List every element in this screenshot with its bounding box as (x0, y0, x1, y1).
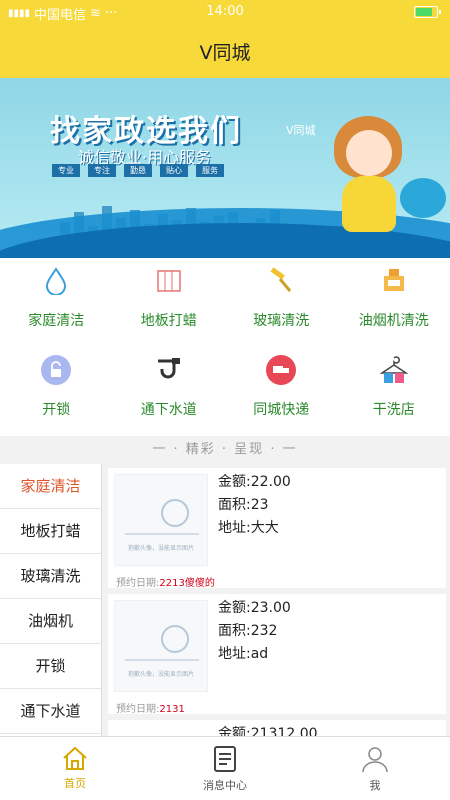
clock: 14:00 (206, 4, 244, 19)
profile-icon (362, 747, 388, 773)
range-hood-icon (379, 266, 409, 296)
category-label: 家庭清洁 (28, 313, 85, 329)
category-home-cleaning[interactable]: 家庭清洁 (0, 258, 113, 347)
order-date-label: 预约日期: (116, 578, 160, 589)
header-bar: ▮▮▮▮ 中国电信 ≋ ··· 14:00 V同城 (0, 0, 450, 78)
category-label: 通下水道 (140, 402, 197, 418)
category-sidebar: 家庭清洁 地板打蜡 玻璃清洗 油烟机 开锁 通下水道 (0, 464, 102, 736)
floor-icon (154, 266, 184, 296)
order-address: 地址:ad (218, 646, 269, 662)
feather-duster-illustration (400, 178, 446, 218)
sidebar-item-drain[interactable]: 通下水道 (0, 689, 101, 734)
promo-banner[interactable]: 找家政选我们 V同城 诚信敬业·用心服务 专业 专注 勤恳 贴心 服务 (0, 78, 450, 258)
battery-icon (414, 6, 441, 18)
sidebar-item-unlock[interactable]: 开锁 (0, 644, 101, 689)
tab-home[interactable]: 首页 (0, 737, 150, 800)
placeholder-caption: 抱歉头像，没能显示图片 (127, 671, 194, 678)
bottom-tab-bar: 首页 消息中心 我 (0, 736, 450, 800)
banner-tag: 贴心 (160, 164, 188, 177)
order-address: 地址:大大 (218, 520, 279, 536)
banner-brand: V同城 (286, 124, 316, 137)
lock-icon (41, 355, 72, 385)
banner-tags: 专业 专注 勤恳 贴心 服务 (52, 164, 224, 177)
category-label: 干洗店 (372, 402, 415, 418)
section-title: 一 · 精彩 · 呈现 · 一 (152, 442, 298, 457)
message-icon (214, 746, 236, 772)
order-amount: 金额:23.00 (218, 600, 291, 616)
banner-tag: 专注 (88, 164, 116, 177)
order-amount: 金额:22.00 (218, 474, 291, 490)
order-date-label: 预约日期: (116, 704, 160, 715)
order-list: 抱歉头像，没能显示图片 金额:22.00 面积:23 地址:大大 预约日期:22… (108, 468, 446, 736)
page-title: V同城 (199, 42, 251, 64)
placeholder-image: 抱歉头像，没能显示图片 (114, 600, 208, 692)
tab-me[interactable]: 我 (300, 737, 450, 800)
category-label: 同城快递 (253, 402, 310, 418)
order-card[interactable]: 抱歉头像，没能显示图片 金额:22.00 面积:23 地址:大大 预约日期:22… (108, 468, 446, 589)
sidebar-item-floor-waxing[interactable]: 地板打蜡 (0, 509, 101, 554)
category-drain[interactable]: 通下水道 (113, 347, 226, 436)
tab-label: 首页 (64, 777, 86, 790)
order-date-value: 2213傻傻的 (159, 578, 215, 589)
hanger-icon (379, 355, 409, 385)
category-express[interactable]: 同城快递 (225, 347, 338, 436)
sidebar-item-glass-cleaning[interactable]: 玻璃清洗 (0, 554, 101, 599)
order-area: 面积:23 (218, 497, 269, 513)
status-bar: ▮▮▮▮ 中国电信 ≋ ··· 14:00 (0, 0, 450, 24)
category-label: 油烟机清洗 (358, 313, 429, 329)
cartoon-girl-illustration (330, 116, 410, 246)
order-date: 预约日期:2131 (116, 700, 185, 715)
truck-icon (266, 355, 297, 385)
banner-tag: 服务 (196, 164, 224, 177)
pipe-icon (154, 355, 184, 385)
order-area: 面积:232 (218, 623, 278, 639)
category-label: 开锁 (42, 402, 71, 418)
banner-tag: 勤恳 (124, 164, 152, 177)
category-range-hood[interactable]: 油烟机清洗 (338, 258, 450, 347)
tab-label: 我 (369, 779, 381, 792)
category-label: 地板打蜡 (140, 313, 197, 329)
order-date-value: 2131 (159, 704, 185, 715)
category-dry-cleaning[interactable]: 干洗店 (338, 347, 450, 436)
placeholder-caption: 抱歉头像，没能显示图片 (127, 545, 194, 552)
order-amount: 金额:21312.00 (218, 726, 318, 736)
banner-tag: 专业 (52, 164, 80, 177)
category-glass-cleaning[interactable]: 玻璃清洗 (225, 258, 338, 347)
order-card[interactable]: 抱歉头像，没能显示图片 金额:23.00 面积:232 地址:ad 预约日期:2… (108, 594, 446, 715)
home-icon (63, 746, 87, 770)
tab-label: 消息中心 (203, 779, 247, 792)
category-label: 玻璃清洗 (253, 313, 310, 329)
category-unlock[interactable]: 开锁 (0, 347, 113, 436)
category-grid: 家庭清洁 地板打蜡 玻璃清洗 油烟机清洗 开锁 通下水道 同城快递 干洗店 (0, 258, 450, 436)
category-floor-waxing[interactable]: 地板打蜡 (113, 258, 226, 347)
sidebar-item-home-cleaning[interactable]: 家庭清洁 (0, 464, 101, 509)
order-date: 预约日期:2213傻傻的 (116, 574, 215, 589)
tab-messages[interactable]: 消息中心 (150, 737, 300, 800)
sidebar-item-range-hood[interactable]: 油烟机 (0, 599, 101, 644)
order-card[interactable]: 金额:21312.00 (108, 720, 446, 736)
placeholder-image: 抱歉头像，没能显示图片 (114, 474, 208, 566)
water-drop-icon (41, 266, 71, 296)
squeegee-icon (266, 266, 296, 296)
